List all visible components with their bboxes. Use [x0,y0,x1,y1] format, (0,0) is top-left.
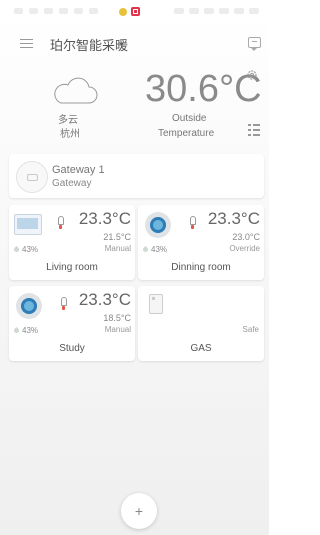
room-temperature: 23.3°C [207,209,260,228]
gas-sensor-icon [149,294,163,314]
flame-icon [58,216,64,229]
status-right-icons [174,8,259,14]
room-temperature: 23.3°C [78,209,131,228]
room-humidity: 43% [22,326,39,335]
add-button[interactable]: + [121,493,157,529]
room-temperature: 23.3°C [78,290,131,309]
status-bar [0,0,269,24]
gateway-icon [16,161,48,193]
humidity-icon [12,245,21,254]
weather-condition: 多云 [58,115,78,126]
outside-label: Outside [172,113,207,124]
gateway-subtitle: Gateway [52,178,92,189]
list-icon[interactable] [248,123,260,137]
chevron-down-icon[interactable]: ⌄ [117,35,126,48]
status-left-icons [14,8,98,14]
room-card-dinning-room[interactable]: 23.3°C 23.0°C Override 43% Dinning room [138,205,264,280]
thermostat-icon [14,214,42,235]
room-humidity: 43% [22,245,39,254]
thermostat-icon [145,212,171,238]
thermostat-icon [16,293,42,319]
cloud-icon [54,77,98,104]
room-setpoint: 21.5°C [103,232,131,242]
room-mode: Manual [104,244,131,253]
room-humidity: 43% [151,245,168,254]
room-mode: Override [229,244,260,253]
device-card-gas[interactable]: Safe GAS [138,286,264,361]
room-name: Dinning room [171,262,231,273]
flame-icon [61,297,67,310]
chat-icon[interactable] [248,37,261,51]
room-setpoint: 23.0°C [232,232,260,242]
room-name: Living room [46,262,98,273]
flame-icon [190,216,196,229]
room-card-study[interactable]: 23.3°C 18.5°C Manual 43% Study [9,286,135,361]
gas-status: Safe [242,325,259,334]
gear-icon[interactable] [246,69,258,81]
room-mode: Manual [104,325,131,334]
city-name: 杭州 [60,129,80,140]
device-name: GAS [190,343,212,354]
room-card-living-room[interactable]: 23.3°C 21.5°C Manual 43% Living room [9,205,135,280]
humidity-icon [12,326,21,335]
temperature-label: Temperature [158,128,215,139]
status-notification-icons [119,7,140,16]
humidity-icon [141,245,150,254]
room-setpoint: 18.5°C [103,313,131,323]
outside-temperature-value: 30.6°C [145,68,262,110]
app-screen: 珀尔智能采暖 ⌄ 30.6°C 多云 杭州 Outside Temperatur… [0,0,269,535]
gateway-name: Gateway 1 [52,164,105,176]
gateway-card[interactable]: Gateway 1 Gateway [9,154,264,198]
room-name: Study [59,343,85,354]
menu-icon[interactable] [20,39,33,49]
